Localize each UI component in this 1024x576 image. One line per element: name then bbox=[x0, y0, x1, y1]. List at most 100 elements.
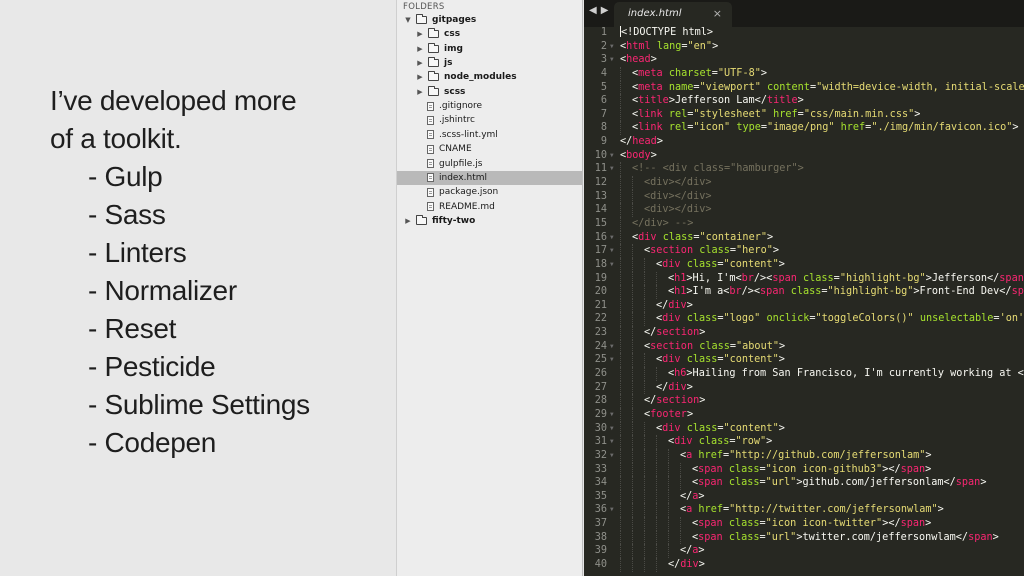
code-line[interactable]: 23 </section> bbox=[584, 326, 1024, 340]
code-line[interactable]: 28 </section> bbox=[584, 394, 1024, 408]
fold-arrow-icon[interactable]: ▼ bbox=[610, 503, 614, 517]
code-line[interactable]: 24 ▼ <section class="about"> bbox=[584, 339, 1024, 354]
disclosure-right-icon[interactable]: ▶ bbox=[403, 217, 413, 225]
tab-nav-arrows-icon[interactable]: ◀▶ bbox=[589, 5, 612, 16]
code-line[interactable]: 9 </head> bbox=[584, 135, 1024, 149]
code-line[interactable]: 14 <div></div> bbox=[584, 203, 1024, 217]
code-token: "image/png" bbox=[767, 122, 835, 134]
slide-text: I’ve developed more of a toolkit. - Gulp… bbox=[50, 82, 310, 462]
tree-item-label: gulpfile.js bbox=[439, 158, 483, 169]
tree-item[interactable]: .gitignore bbox=[397, 99, 582, 113]
code-line[interactable]: 27 </div> bbox=[584, 380, 1024, 395]
indent-guide bbox=[632, 435, 633, 449]
fold-arrow-icon[interactable]: ▼ bbox=[610, 149, 614, 163]
disclosure-right-icon[interactable]: ▶ bbox=[415, 73, 425, 81]
tree-item[interactable]: ▼ gitpages bbox=[397, 13, 582, 27]
code-line[interactable]: 2 ▼ <html lang="en"> bbox=[584, 40, 1024, 54]
code-line[interactable]: 32 ▼ <a href="http://github.com/jeffersonl… bbox=[584, 448, 1024, 463]
code-line[interactable]: 37 <span class="icon icon-twitter"></span… bbox=[584, 517, 1024, 531]
disclosure-right-icon[interactable]: ▶ bbox=[415, 88, 425, 96]
fold-arrow-icon[interactable]: ▼ bbox=[610, 435, 614, 449]
code-line[interactable]: 7 <link rel="stylesheet" href="css/main.m… bbox=[584, 107, 1024, 122]
fold-arrow-icon[interactable]: ▼ bbox=[610, 449, 614, 463]
tree-item[interactable]: ▶ fifty-two bbox=[397, 214, 582, 228]
code-line[interactable]: 36 ▼ <a href="http://twitter.com/jefferson… bbox=[584, 503, 1024, 518]
fold-arrow-icon[interactable]: ▼ bbox=[610, 53, 614, 67]
code-line[interactable]: 26 <h6>Hailing from San Francisco, I'm cu… bbox=[584, 367, 1024, 381]
indent-guide bbox=[620, 189, 621, 204]
code-line[interactable]: 22 <div class="logo" onclick="toggleColor… bbox=[584, 312, 1024, 327]
code-line[interactable]: 20 <h1>I'm a<br/><span class="highlight-b… bbox=[584, 285, 1024, 299]
code-line[interactable]: 39 </a> bbox=[584, 544, 1024, 558]
indent-guide bbox=[620, 271, 621, 286]
code-line[interactable]: 16 ▼ <div class="container"> bbox=[584, 230, 1024, 245]
tree-item[interactable]: package.json bbox=[397, 185, 582, 199]
tree-item[interactable]: README.md bbox=[397, 200, 582, 214]
code-area[interactable]: 1 <!DOCTYPE html> 2 ▼ <html lang="en"> 3 ▼ <hea… bbox=[584, 26, 1024, 572]
tree-item[interactable]: ▶ js bbox=[397, 56, 582, 70]
tree-item[interactable]: ▶ css bbox=[397, 27, 582, 41]
indent-guide bbox=[644, 271, 645, 286]
code-line[interactable]: 1 <!DOCTYPE html> bbox=[584, 26, 1024, 40]
disclosure-right-icon[interactable]: ▶ bbox=[415, 30, 425, 38]
code-line[interactable]: 3 ▼ <head> bbox=[584, 53, 1024, 67]
code-line[interactable]: 11 ▼ <!-- <div class="hamburger"> bbox=[584, 162, 1024, 177]
fold-arrow-icon[interactable]: ▼ bbox=[610, 340, 614, 354]
code-line[interactable]: 40 </div> bbox=[584, 557, 1024, 572]
fold-arrow-icon[interactable]: ▼ bbox=[610, 408, 614, 422]
close-icon[interactable]: × bbox=[713, 7, 722, 20]
code-token: > bbox=[1012, 122, 1019, 134]
disclosure-right-icon[interactable]: ▶ bbox=[415, 45, 425, 53]
line-number: 32 bbox=[594, 449, 607, 461]
tree-item[interactable]: gulpfile.js bbox=[397, 157, 582, 171]
code-line[interactable]: 38 <span class="url">twitter.com/jefferso… bbox=[584, 530, 1024, 545]
code-line[interactable]: 18 ▼ <div class="content"> bbox=[584, 257, 1024, 272]
code-line[interactable]: 34 <span class="url">github.com/jefferson… bbox=[584, 476, 1024, 490]
tree-item[interactable]: ▶ scss bbox=[397, 85, 582, 99]
code-line[interactable]: 13 <div></div> bbox=[584, 189, 1024, 204]
tree-item[interactable]: index.html bbox=[397, 170, 582, 185]
code-line[interactable]: 30 ▼ <div class="content"> bbox=[584, 421, 1024, 436]
code-line[interactable]: 17 ▼ <section class="hero"> bbox=[584, 244, 1024, 258]
code-token: > bbox=[778, 354, 785, 366]
tree-item[interactable]: .jshintrc bbox=[397, 113, 582, 127]
code-line[interactable]: 6 <title>Jefferson Lam</title> bbox=[584, 94, 1024, 108]
fold-arrow-icon[interactable]: ▼ bbox=[610, 231, 614, 245]
disclosure-right-icon[interactable]: ▶ bbox=[415, 59, 425, 67]
fold-arrow-icon[interactable]: ▼ bbox=[610, 258, 614, 272]
code-line[interactable]: 19 <h1>Hi, I'm<br/><span class="highlight… bbox=[584, 271, 1024, 286]
disclosure-down-icon[interactable]: ▼ bbox=[403, 16, 413, 24]
fold-arrow-icon[interactable]: ▼ bbox=[610, 353, 614, 367]
code-line[interactable]: 4 <meta charset="UTF-8"> bbox=[584, 66, 1024, 81]
code-token: "http://github.com/jeffersonlam" bbox=[729, 449, 926, 461]
indent-guide bbox=[668, 448, 669, 463]
code-editor[interactable]: ◀▶ index.html × 1 <!DOCTYPE html> 2 ▼ <html … bbox=[584, 0, 1024, 576]
code-line[interactable]: 15 </div> --> bbox=[584, 216, 1024, 231]
code-line[interactable]: 25 ▼ <div class="content"> bbox=[584, 353, 1024, 368]
code-line[interactable]: 35 </a> bbox=[584, 489, 1024, 504]
code-line[interactable]: 21 </div> bbox=[584, 298, 1024, 313]
code-line[interactable]: 33 <span class="icon icon-github3"></span… bbox=[584, 462, 1024, 477]
fold-arrow-icon[interactable]: ▼ bbox=[610, 40, 614, 54]
code-token: >Hi, I'm< bbox=[686, 272, 742, 284]
tree-item[interactable]: ▶ node_modules bbox=[397, 70, 582, 84]
code-line[interactable]: 10 ▼ <body> bbox=[584, 149, 1024, 163]
tab-index-html[interactable]: index.html × bbox=[614, 2, 732, 27]
code-token: > bbox=[766, 436, 773, 448]
code-line[interactable]: 12 <div></div> bbox=[584, 176, 1024, 190]
file-icon bbox=[427, 159, 434, 168]
folder-icon bbox=[428, 42, 439, 53]
tree-item[interactable]: .scss-lint.yml bbox=[397, 128, 582, 142]
tree-item[interactable]: ▶ img bbox=[397, 42, 582, 56]
code-line[interactable]: 29 ▼ <footer> bbox=[584, 407, 1024, 422]
tree-item[interactable]: CNAME bbox=[397, 142, 582, 156]
code-line[interactable]: 31 ▼ <div class="row"> bbox=[584, 435, 1024, 449]
code-text: <h1>Hi, I'm<br/><span class="highlight-b… bbox=[668, 272, 1024, 286]
line-number: 16 bbox=[594, 231, 607, 243]
indent-guide bbox=[632, 244, 633, 258]
fold-arrow-icon[interactable]: ▼ bbox=[610, 422, 614, 436]
code-line[interactable]: 5 <meta name="viewport" content="width=de… bbox=[584, 80, 1024, 95]
fold-arrow-icon[interactable]: ▼ bbox=[610, 244, 614, 258]
fold-arrow-icon[interactable]: ▼ bbox=[610, 162, 614, 176]
code-line[interactable]: 8 <link rel="icon" type="image/png" href=… bbox=[584, 121, 1024, 136]
